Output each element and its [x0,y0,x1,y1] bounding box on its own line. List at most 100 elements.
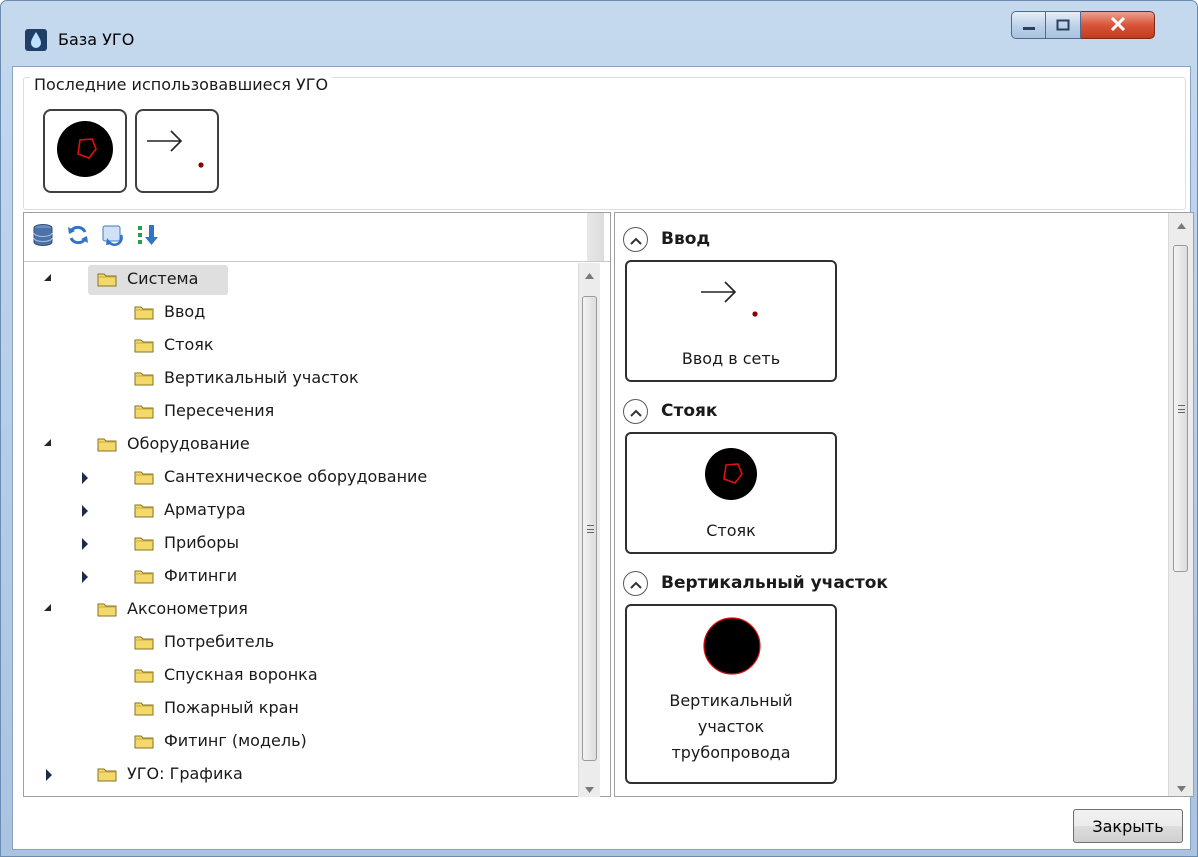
tree-item-label: Фитинги [164,566,238,585]
sort-icon [136,223,160,251]
group-header: Ввод [623,223,710,255]
tree-item-label: Потребитель [164,632,275,651]
toolbar-overflow-grip[interactable] [587,213,604,261]
gallery-scrollbar[interactable] [1168,213,1193,796]
app-drop-icon [25,29,47,51]
expanded-arrow-icon[interactable] [44,274,51,281]
tree-item[interactable]: Пожарный кран [24,692,578,725]
tree-item[interactable]: Фитинг (модель) [24,725,578,758]
tree-item-label: Пожарный кран [164,698,299,717]
gallery-scroll-up-button[interactable] [1169,213,1193,233]
recent-symbols-list [43,109,219,193]
chevron-up-icon [629,574,642,593]
collapsed-arrow-icon[interactable] [82,571,88,583]
close-button[interactable]: Закрыть [1073,809,1183,843]
tree-item[interactable]: Стояк [24,329,578,362]
maximize-button[interactable] [1046,11,1081,39]
tree-item[interactable]: Сантехническое оборудование [24,461,578,494]
tree-scrollbar[interactable] [578,263,600,797]
refresh-button[interactable] [64,224,91,250]
collapsed-arrow-icon[interactable] [82,472,88,484]
folder-icon [97,271,117,287]
collapse-group-button[interactable] [623,398,648,424]
tree-item-label: УГО: Графика [127,764,243,783]
refresh-icon [66,223,90,251]
app-window: База УГО Последние использовавшиеся УГО … [0,0,1198,857]
symbol-tile-vvod-v-set[interactable]: Ввод в сеть [625,260,837,382]
gallery-scroll-thumb[interactable] [1173,245,1188,572]
vertical-segment-symbol-icon [700,614,764,682]
scroll-down-icon [1176,777,1186,796]
tree-scroll-up-button[interactable] [579,263,600,283]
folder-icon [134,568,154,584]
symbol-tile-vertical-pipe-segment[interactable]: Вертикальный участок трубопровода [625,604,837,784]
recent-symbol-inlet[interactable] [135,109,219,193]
tree-scroll-thumb[interactable] [582,296,597,761]
tree-item-label: Аксонометрия [127,599,248,618]
sync-button[interactable] [99,224,126,250]
close-window-button[interactable] [1081,11,1155,39]
riser-symbol-icon [701,444,761,508]
symbol-tile-stoyak[interactable]: Стояк [625,432,837,554]
tree-item-label: Оборудование [127,434,250,453]
folder-icon [134,304,154,320]
tree-item[interactable]: Аксонометрия [24,593,578,626]
tree-scroll-down-button[interactable] [579,777,600,797]
folder-icon [134,700,154,716]
caption-buttons [1011,11,1155,39]
sort-button[interactable] [134,224,161,250]
minimize-button[interactable] [1011,11,1046,39]
folder-icon [97,766,117,782]
tree-item-label: Пересечения [164,401,275,420]
folder-icon [97,601,117,617]
folder-icon [134,337,154,353]
group-title: Стояк [661,401,718,421]
maximize-icon [1056,16,1070,35]
tile-caption: Стояк [706,521,756,540]
folder-icon [134,502,154,518]
tree-item[interactable]: Оборудование [24,428,578,461]
folder-tree: Система Ввод Стояк Вертикальный участок Пере… [24,263,578,797]
tree-item[interactable]: Спускная воронка [24,659,578,692]
tree-item-label: Система [127,269,199,288]
tree-item[interactable]: Фитинги [24,560,578,593]
folder-icon [134,469,154,485]
tree-item-label: Сантехническое оборудование [164,467,428,486]
client-area: Последние использовавшиеся УГО Система В… [12,66,1194,851]
collapsed-arrow-icon[interactable] [82,538,88,550]
tree-item[interactable]: Потребитель [24,626,578,659]
group-title: Ввод [661,229,711,249]
tree-item-label: Спускная воронка [164,665,318,684]
folder-icon [134,535,154,551]
tree-item[interactable]: Приборы [24,527,578,560]
scroll-grip-icon [1178,404,1185,413]
folder-icon [134,634,154,650]
tree-item-label: Вертикальный участок [164,368,359,387]
recent-symbols-legend: Последние использовавшиеся УГО [30,75,333,95]
tile-caption: Ввод в сеть [681,349,781,368]
inlet-arrow-symbol-icon [137,109,217,193]
scroll-up-icon [585,264,594,283]
tree-panel: Система Ввод Стояк Вертикальный участок Пере… [23,212,611,797]
folder-icon [134,403,154,419]
dialog-footer: Закрыть [13,799,1190,851]
collapsed-arrow-icon[interactable] [82,505,88,517]
recent-symbol-riser[interactable] [43,109,127,193]
gallery-scroll-down-button[interactable] [1169,776,1193,796]
tree-item[interactable]: Вертикальный участок [24,362,578,395]
tree-item[interactable]: Арматура [24,494,578,527]
collapse-group-button[interactable] [623,226,648,252]
tree-item[interactable]: Система [24,263,578,296]
expanded-arrow-icon[interactable] [44,604,51,611]
chevron-up-icon [629,230,642,249]
sync-icon [101,223,125,251]
window-title: База УГО [58,30,135,49]
tree-item[interactable]: Ввод [24,296,578,329]
tree-item[interactable]: Пересечения [24,395,578,428]
tree-item[interactable]: УГО: Графика [24,758,578,791]
expanded-arrow-icon[interactable] [44,439,51,446]
database-button[interactable] [29,224,56,250]
title-bar[interactable]: База УГО [1,1,1197,67]
collapsed-arrow-icon[interactable] [46,769,52,781]
collapse-group-button[interactable] [623,570,648,596]
